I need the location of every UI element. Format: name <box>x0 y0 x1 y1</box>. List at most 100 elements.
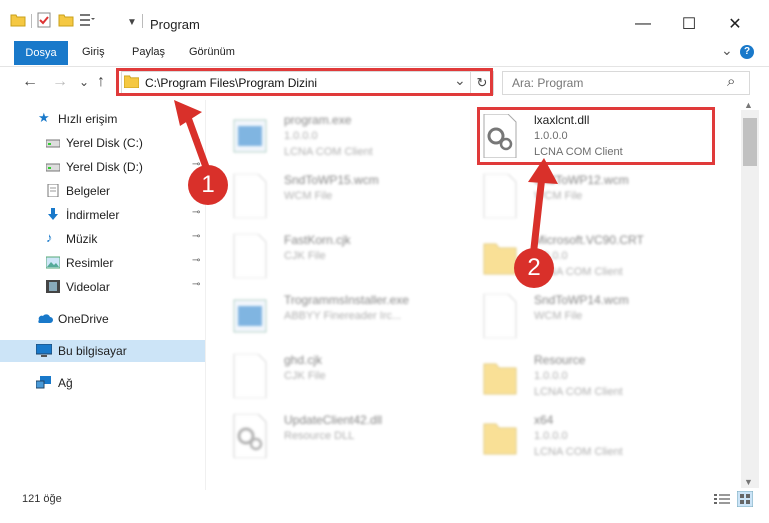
sidebar-item-label: Yerel Disk (C:) <box>66 136 143 150</box>
sidebar-item-music[interactable]: ♪ Müzik ⊸ <box>0 228 205 250</box>
star-icon: ★ <box>38 110 50 125</box>
chevron-down-icon[interactable]: ▼ <box>127 17 137 28</box>
file-item[interactable]: ghd.cjk CJK File <box>232 350 462 408</box>
file-detail: LCNA COM Client <box>284 146 373 158</box>
sidebar-item-label: Ağ <box>58 376 73 390</box>
file-name: program.exe <box>284 113 352 127</box>
file-item[interactable]: SndToWP14.wcm WCM File <box>482 290 712 348</box>
status-bar <box>0 490 769 523</box>
sidebar-item-label: İndirmeler <box>66 208 120 222</box>
divider <box>142 14 143 28</box>
file-detail: CJK File <box>284 250 326 262</box>
tiles-view-icon[interactable] <box>737 491 753 507</box>
file-icon <box>482 293 518 339</box>
exe-file-icon <box>232 294 268 338</box>
item-count: 121 öğe <box>22 493 62 505</box>
computer-icon <box>36 344 52 357</box>
file-name: TrogrammsInstaller.exe <box>284 293 409 307</box>
file-name: x64 <box>534 413 554 427</box>
file-detail: LCNA COM Client <box>534 446 623 458</box>
help-icon[interactable]: ? <box>740 45 754 59</box>
file-name: ghd.cjk <box>284 353 323 367</box>
step-badge-2: 2 <box>514 248 554 288</box>
recent-locations-button[interactable]: ⌄ <box>79 75 89 89</box>
back-button[interactable]: ← <box>22 73 38 91</box>
expand-ribbon-icon[interactable]: ⌄ <box>721 42 733 59</box>
file-detail: LCNA COM Client <box>534 386 623 398</box>
drive-icon <box>46 163 60 172</box>
file-item[interactable]: UpdateClient42.dll Resource DLL <box>232 410 462 468</box>
sidebar-item-network[interactable]: Ağ <box>0 372 205 394</box>
sidebar-item-onedrive[interactable]: OneDrive <box>0 308 205 330</box>
pictures-icon <box>46 256 60 269</box>
details-view-icon[interactable] <box>714 493 730 505</box>
tab-share[interactable]: Paylaş <box>132 40 165 64</box>
music-icon: ♪ <box>46 230 53 245</box>
scroll-down-icon[interactable]: ▼ <box>744 477 753 487</box>
file-detail: 1.0.0.0 <box>284 130 318 142</box>
file-detail: Resource DLL <box>284 430 355 442</box>
window-title: Program <box>150 17 200 32</box>
up-button[interactable]: ↑ <box>97 73 105 91</box>
ribbon <box>0 40 769 67</box>
drive-icon <box>46 139 60 148</box>
divider <box>31 14 32 28</box>
tab-file[interactable]: Dosya <box>14 41 68 65</box>
step-badge-1: 1 <box>188 165 228 205</box>
file-icon <box>232 233 268 279</box>
file-detail: ABBYY Finereader Irc... <box>284 310 402 322</box>
search-icon[interactable]: ⌕ <box>727 73 735 90</box>
file-icon <box>232 353 268 399</box>
file-item[interactable]: SndToWP15.wcm WCM File <box>232 170 462 228</box>
file-name: UpdateClient42.dll <box>284 413 383 427</box>
videos-icon <box>46 280 60 293</box>
network-icon <box>36 376 51 389</box>
file-item[interactable]: FastKorn.cjk CJK File <box>232 230 462 288</box>
cloud-icon <box>38 314 53 323</box>
sidebar-item-label: Hızlı erişim <box>58 112 118 126</box>
file-detail: CJK File <box>284 370 326 382</box>
sidebar-item-pictures[interactable]: Resimler ⊸ <box>0 252 205 274</box>
maximize-button[interactable]: ☐ <box>666 10 712 38</box>
file-name: Resource <box>534 353 586 367</box>
sidebar-item-label: Müzik <box>66 232 98 246</box>
folder-icon <box>482 414 518 458</box>
file-item[interactable]: TrogrammsInstaller.exe ABBYY Finereader I… <box>232 290 462 348</box>
folder-icon[interactable] <box>10 12 26 28</box>
scrollbar-thumb[interactable] <box>743 118 757 166</box>
sidebar-item-downloads[interactable]: İndirmeler ⊸ <box>0 204 205 226</box>
sidebar-item-label: Resimler <box>66 256 114 270</box>
tab-home[interactable]: Giriş <box>82 40 105 64</box>
new-folder-icon[interactable] <box>58 12 74 28</box>
minimize-button[interactable]: — <box>620 10 666 38</box>
vertical-scrollbar[interactable] <box>741 110 759 488</box>
scroll-up-icon[interactable]: ▲ <box>744 100 753 110</box>
sidebar-item-label: Bu bilgisayar <box>58 344 127 358</box>
file-name: FastKorn.cjk <box>284 233 351 247</box>
download-icon <box>48 208 58 220</box>
sidebar-item-label: Yerel Disk (D:) <box>66 160 143 174</box>
file-name: SndToWP14.wcm <box>534 293 629 307</box>
sidebar-item-videos[interactable]: Videolar ⊸ <box>0 276 205 298</box>
pin-icon: ⊸ <box>192 231 201 242</box>
search-placeholder: Ara: Program <box>512 76 584 90</box>
forward-button[interactable]: → <box>52 73 68 91</box>
folder-icon <box>482 354 518 398</box>
pin-icon: ⊸ <box>192 279 201 290</box>
sidebar-item-this-pc[interactable]: Bu bilgisayar <box>0 340 205 362</box>
dll-file-icon <box>232 413 268 459</box>
file-item[interactable]: program.exe 1.0.0.0 LCNA COM Client <box>232 110 462 168</box>
close-button[interactable]: ✕ <box>712 10 758 38</box>
file-detail: WCM File <box>284 190 333 202</box>
pin-icon: ⊸ <box>192 207 201 218</box>
file-detail: WCM File <box>534 310 583 322</box>
file-detail: 1.0.0.0 <box>534 370 568 382</box>
arrow-icon <box>528 158 558 252</box>
customize-toolbar-icon[interactable] <box>79 12 95 28</box>
file-item[interactable]: x64 1.0.0.0 LCNA COM Client <box>482 410 712 468</box>
file-item[interactable]: Resource 1.0.0.0 LCNA COM Client <box>482 350 712 408</box>
sidebar-item-label: Belgeler <box>66 184 111 198</box>
tab-view[interactable]: Görünüm <box>189 40 235 64</box>
documents-icon <box>47 184 59 197</box>
properties-icon[interactable] <box>36 12 52 28</box>
